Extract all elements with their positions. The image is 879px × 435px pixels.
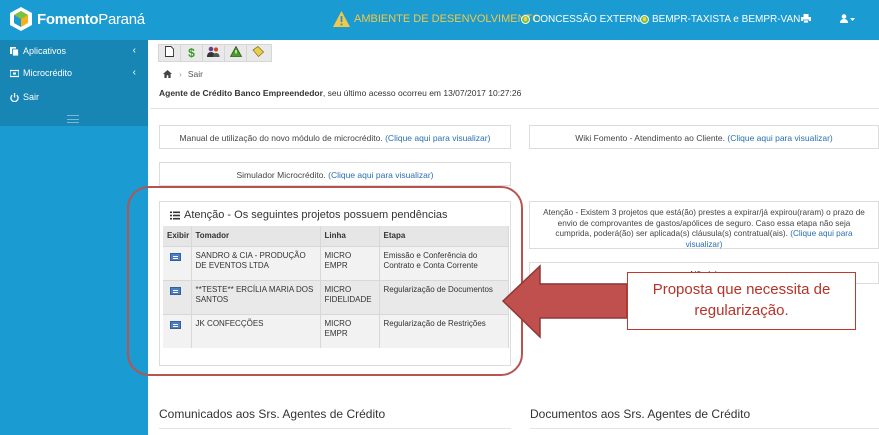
- divider: [159, 428, 511, 429]
- tag-button[interactable]: [247, 45, 269, 61]
- alert-button[interactable]: [225, 45, 247, 61]
- environment-warning-text: AMBIENTE DE DESENVOLVIMENTO: [354, 13, 541, 25]
- wiki-text: Wiki Fomento - Atendimento ao Cliente.: [575, 133, 728, 143]
- card-icon: [9, 69, 20, 78]
- document-icon: [165, 44, 174, 62]
- highlight-oval: [127, 186, 523, 376]
- users-icon: [207, 44, 220, 62]
- chevron-left-icon: ‹: [132, 67, 136, 78]
- breadcrumb: › Sair: [163, 69, 203, 79]
- announcements-heading: Comunicados aos Srs. Agentes de Crédito: [159, 407, 386, 421]
- manual-card: Manual de utilização do novo módulo de m…: [159, 125, 511, 149]
- home-icon[interactable]: [163, 70, 172, 78]
- concession-menu[interactable]: CONCESSÃO EXTERNA: [521, 14, 647, 25]
- coin-icon: [521, 15, 530, 24]
- sidebar: Aplicativos ‹ Microcrédito ‹ Sair: [0, 40, 148, 435]
- simulator-text: Simulador Microcrédito.: [236, 170, 329, 180]
- expiry-attention-card: Atenção - Existem 3 projetos que está(ão…: [529, 201, 879, 249]
- sidebar-collapse-handle-icon[interactable]: [67, 115, 79, 123]
- logo-text: FomentoParaná: [37, 10, 145, 28]
- sidebar-item-microcredito[interactable]: Microcrédito ‹: [0, 62, 148, 84]
- annotation-callout: Proposta que necessita de regularização.: [627, 272, 856, 330]
- annotation-arrow-icon: [501, 264, 628, 339]
- top-bar: FomentoParaná AMBIENTE DE DESENVOLVIMENT…: [0, 0, 879, 40]
- coin-icon: [640, 15, 649, 24]
- manual-link[interactable]: (Clique aqui para visualizar): [385, 133, 490, 143]
- program-label: BEMPR-TAXISTA e BEMPR-VAN: [652, 14, 801, 25]
- toolbar: $: [158, 44, 272, 62]
- sidebar-item-label: Sair: [23, 92, 40, 102]
- divider: [530, 428, 879, 429]
- warning-icon: [332, 10, 351, 28]
- apps-icon: [10, 46, 19, 56]
- simulator-link[interactable]: (Clique aqui para visualizar): [328, 170, 433, 180]
- last-access-text: , seu último acesso ocorreu em 13/07/201…: [322, 88, 522, 98]
- program-menu[interactable]: BEMPR-TAXISTA e BEMPR-VAN: [640, 14, 800, 25]
- triangle-icon: [229, 44, 242, 62]
- fomento-logo[interactable]: FomentoParaná: [8, 5, 145, 33]
- dollar-icon: $: [188, 46, 195, 60]
- concession-label: CONCESSÃO EXTERNA: [533, 14, 647, 25]
- environment-warning: AMBIENTE DE DESENVOLVIMENTO: [332, 10, 541, 28]
- chevron-left-icon: ‹: [132, 45, 136, 56]
- power-icon: [10, 92, 19, 102]
- last-access-message: Agente de Crédito Banco Empreendedor, se…: [159, 88, 521, 98]
- sidebar-item-sair[interactable]: Sair: [0, 86, 148, 108]
- new-document-button[interactable]: [159, 45, 181, 61]
- sidebar-item-aplicativos[interactable]: Aplicativos ‹: [0, 40, 148, 62]
- simulator-card: Simulador Microcrédito. (Clique aqui par…: [159, 162, 511, 186]
- print-icon[interactable]: [801, 14, 811, 26]
- breadcrumb-current[interactable]: Sair: [188, 69, 203, 79]
- sidebar-item-label: Aplicativos: [23, 46, 67, 56]
- users-button[interactable]: [203, 45, 225, 61]
- wiki-link[interactable]: (Clique aqui para visualizar): [727, 133, 832, 143]
- manual-text: Manual de utilização do novo módulo de m…: [179, 133, 386, 143]
- breadcrumb-separator: ›: [179, 69, 182, 79]
- documents-heading: Documentos aos Srs. Agentes de Crédito: [530, 407, 751, 421]
- logo-mark-icon: [8, 6, 34, 32]
- user-menu-icon[interactable]: [840, 14, 856, 26]
- divider: [150, 108, 879, 109]
- wiki-card: Wiki Fomento - Atendimento ao Cliente. (…: [529, 125, 879, 149]
- agent-name: Agente de Crédito Banco Empreendedor: [159, 88, 323, 98]
- tag-icon: [252, 44, 265, 62]
- finance-button[interactable]: $: [181, 45, 203, 61]
- sidebar-item-label: Microcrédito: [23, 68, 73, 78]
